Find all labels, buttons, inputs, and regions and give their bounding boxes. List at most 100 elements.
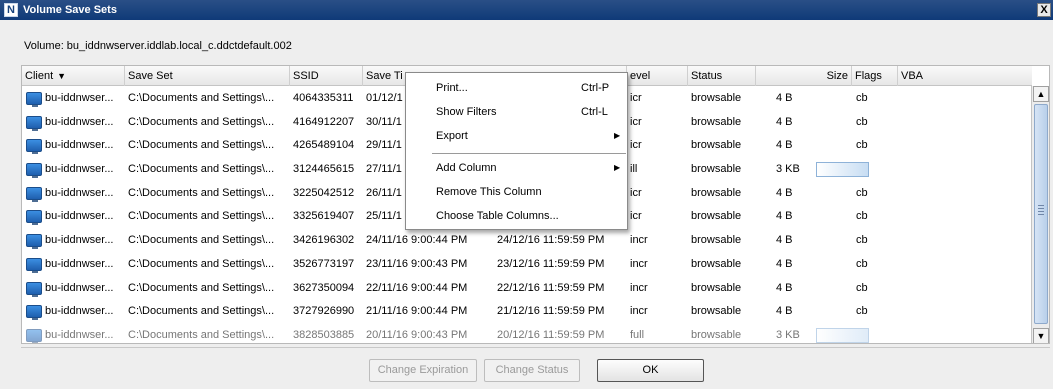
cell-flags: cb	[856, 281, 868, 294]
window-title: Volume Save Sets	[23, 4, 117, 16]
table-row[interactable]: bu-iddnwser... C:\Documents and Settings\…	[22, 253, 1032, 277]
column-header-level[interactable]: evel	[627, 66, 688, 86]
cell-status: browsable	[691, 257, 742, 270]
scroll-up-icon[interactable]: ▲	[1033, 86, 1049, 102]
table-row[interactable]: bu-iddnwser... C:\Documents and Settings\…	[22, 324, 1032, 343]
cell-client: bu-iddnwser...	[45, 139, 114, 152]
cell-level: icr	[630, 186, 642, 199]
column-header-vba[interactable]: VBA	[898, 66, 1032, 86]
column-header-ssid[interactable]: SSID	[290, 66, 363, 86]
cell-status: browsable	[691, 234, 742, 247]
cell-client: bu-iddnwser...	[45, 163, 114, 176]
cell-client: bu-iddnwser...	[45, 234, 114, 247]
vertical-scrollbar[interactable]: ▲ ▼	[1031, 86, 1049, 343]
size-bar-fill	[817, 328, 868, 342]
cell-level: icr	[630, 139, 642, 152]
column-header-client[interactable]: Client ▼	[22, 66, 125, 86]
cell-ssid: 3325619407	[293, 210, 355, 223]
scroll-down-icon[interactable]: ▼	[1033, 328, 1049, 343]
menu-item-remove-column[interactable]: Remove This Column	[406, 180, 627, 204]
menu-item-choose-columns[interactable]: Choose Table Columns...	[406, 204, 627, 228]
cell-size: 3 KB	[776, 163, 800, 176]
table-row[interactable]: bu-iddnwser... C:\Documents and Settings\…	[22, 229, 1032, 253]
change-status-button[interactable]: Change Status	[484, 359, 580, 382]
cell-level: full	[630, 328, 645, 341]
cell-flags: cb	[856, 115, 868, 128]
sort-descending-icon: ▼	[57, 71, 67, 81]
cell-client: bu-iddnwser...	[45, 305, 114, 318]
computer-icon	[26, 281, 42, 297]
size-bar	[816, 327, 869, 343]
cell-level: icr	[630, 115, 642, 128]
cell-level: incr	[630, 234, 648, 247]
computer-icon	[26, 234, 42, 250]
cell-savetime: 20/11/16 9:00:43 PM	[366, 328, 468, 341]
menu-item-print[interactable]: Print... Ctrl-P	[406, 76, 627, 100]
cell-saveset: C:\Documents and Settings\...	[128, 305, 275, 318]
column-header-status[interactable]: Status	[688, 66, 756, 86]
cell-saveset: C:\Documents and Settings\...	[128, 92, 275, 104]
cell-ssid: 3727926990	[293, 305, 355, 318]
menu-item-export[interactable]: Export ▶	[406, 124, 627, 148]
submenu-arrow-icon: ▶	[614, 163, 621, 172]
cell-size: 4 B	[776, 234, 793, 247]
cell-flags: cb	[856, 186, 868, 199]
cell-size: 4 B	[776, 257, 793, 270]
cell-ssid: 3627350094	[293, 281, 355, 294]
cell-size: 4 B	[776, 115, 793, 128]
cell-flags: cb	[856, 234, 868, 247]
cell-expires: 24/12/16 11:59:59 PM	[497, 234, 605, 247]
cell-ssid: 4265489104	[293, 139, 355, 152]
table-row[interactable]: bu-iddnwser... C:\Documents and Settings\…	[22, 300, 1032, 324]
cell-level: incr	[630, 281, 648, 294]
cell-level: icr	[630, 92, 642, 104]
cell-ssid: 3828503885	[293, 328, 355, 341]
cell-status: browsable	[691, 186, 742, 199]
cell-flags: cb	[856, 257, 868, 270]
cell-expires: 21/12/16 11:59:59 PM	[497, 305, 605, 318]
cell-saveset: C:\Documents and Settings\...	[128, 328, 275, 341]
computer-icon	[26, 257, 42, 273]
size-bar-fill	[817, 163, 868, 177]
cell-saveset: C:\Documents and Settings\...	[128, 257, 275, 270]
computer-icon	[26, 139, 42, 155]
cell-saveset: C:\Documents and Settings\...	[128, 186, 275, 199]
cell-size: 3 KB	[776, 328, 800, 341]
cell-client: bu-iddnwser...	[45, 92, 114, 104]
cell-ssid: 3426196302	[293, 234, 355, 247]
cell-size: 4 B	[776, 186, 793, 199]
cell-saveset: C:\Documents and Settings\...	[128, 115, 275, 128]
cell-size: 4 B	[776, 139, 793, 152]
change-expiration-button[interactable]: Change Expiration	[369, 359, 477, 382]
computer-icon	[26, 328, 42, 343]
cell-client: bu-iddnwser...	[45, 210, 114, 223]
cell-flags: cb	[856, 210, 868, 223]
cell-size: 4 B	[776, 92, 793, 104]
cell-expires: 20/12/16 11:59:59 PM	[497, 328, 605, 341]
table-row[interactable]: bu-iddnwser... C:\Documents and Settings\…	[22, 277, 1032, 301]
column-header-saveset[interactable]: Save Set	[125, 66, 290, 86]
cell-status: browsable	[691, 305, 742, 318]
scrollbar-thumb[interactable]	[1034, 104, 1048, 324]
cell-expires: 23/12/16 11:59:59 PM	[497, 257, 605, 270]
cell-size: 4 B	[776, 305, 793, 318]
menu-item-add-column[interactable]: Add Column ▶	[406, 156, 627, 180]
cell-savetime: 24/11/16 9:00:44 PM	[366, 234, 468, 247]
computer-icon	[26, 163, 42, 179]
networker-app-icon: N	[4, 3, 18, 17]
cell-flags: cb	[856, 139, 868, 152]
cell-status: browsable	[691, 210, 742, 223]
cell-status: browsable	[691, 139, 742, 152]
cell-status: browsable	[691, 115, 742, 128]
cell-client: bu-iddnwser...	[45, 186, 114, 199]
cell-ssid: 3225042512	[293, 186, 355, 199]
close-button[interactable]: X	[1037, 3, 1051, 17]
ok-button[interactable]: OK	[597, 359, 704, 382]
cell-client: bu-iddnwser...	[45, 115, 114, 128]
cell-client: bu-iddnwser...	[45, 257, 114, 270]
cell-ssid: 3526773197	[293, 257, 355, 270]
menu-item-show-filters[interactable]: Show Filters Ctrl-L	[406, 100, 627, 124]
column-header-flags[interactable]: Flags	[852, 66, 898, 86]
column-header-size[interactable]: Size	[756, 66, 852, 86]
submenu-arrow-icon: ▶	[614, 131, 621, 140]
